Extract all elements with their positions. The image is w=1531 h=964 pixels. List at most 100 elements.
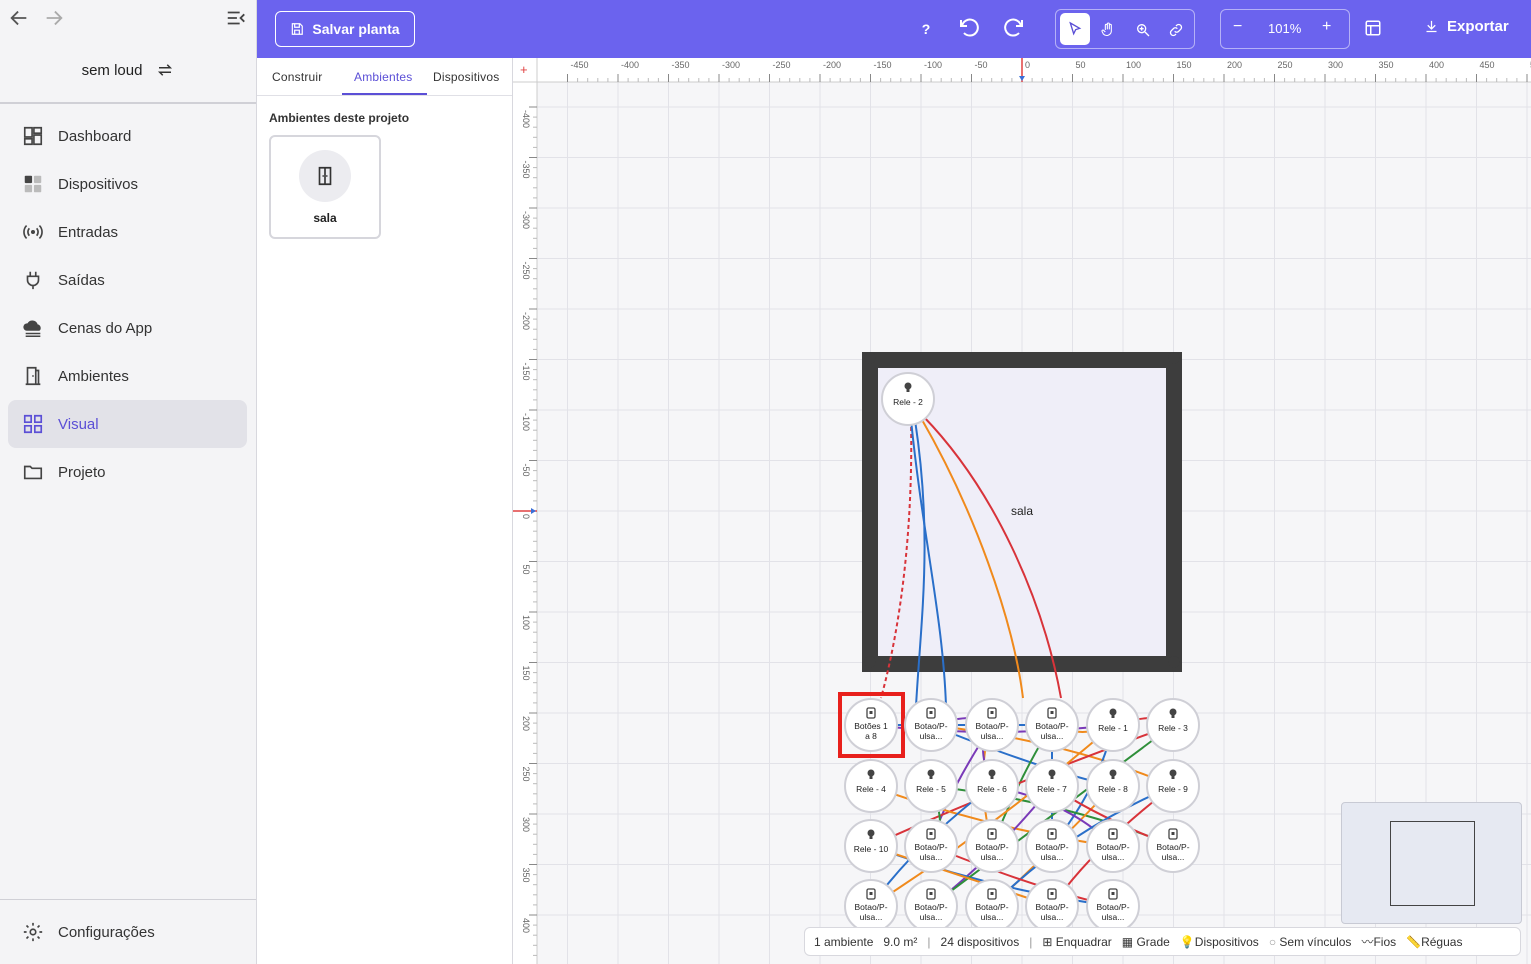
ruler-label-y: 100 bbox=[521, 615, 531, 630]
zoom-in-button[interactable]: + bbox=[1322, 18, 1331, 36]
device-label: ulsa... bbox=[981, 912, 1004, 922]
sidebar-item-dashboard[interactable]: Dashboard bbox=[8, 112, 247, 160]
circle-icon: ○ bbox=[1268, 934, 1280, 949]
sidebar-item-label: Cenas do App bbox=[58, 319, 153, 337]
link-icon[interactable] bbox=[1168, 22, 1184, 38]
dispositivos-toggle[interactable]: 💡Dispositivos bbox=[1180, 935, 1259, 949]
ruler-label-x: -250 bbox=[773, 60, 791, 70]
enquadrar-button[interactable]: ⊞ Enquadrar bbox=[1042, 935, 1111, 949]
bulb-icon-base bbox=[1050, 776, 1054, 779]
project-switcher[interactable]: sem loud bbox=[0, 38, 256, 104]
pointer-icon bbox=[1069, 21, 1082, 36]
sidebar-item-label: Dashboard bbox=[58, 127, 132, 145]
ruler-label-x: 50 bbox=[1076, 60, 1086, 70]
sem-vinculos-toggle[interactable]: ○ Sem vínculos bbox=[1269, 935, 1352, 949]
zoom-out-button[interactable]: − bbox=[1233, 18, 1242, 36]
fios-toggle[interactable]: 〰Fios bbox=[1361, 933, 1396, 950]
dispositivos-count: 24 dispositivos bbox=[940, 934, 1020, 949]
sidebar-item-label: Projeto bbox=[58, 463, 106, 481]
download-icon bbox=[1426, 20, 1437, 33]
sem-vinculos-label: Sem vínculos bbox=[1279, 934, 1352, 949]
bulb-icon-base bbox=[1111, 776, 1115, 779]
device-label: Rele - 10 bbox=[854, 844, 889, 854]
device-label: ulsa... bbox=[1041, 912, 1064, 922]
collapse-menu-icon[interactable] bbox=[225, 7, 247, 29]
device-label: a 8 bbox=[865, 731, 877, 741]
device-label: Rele - 3 bbox=[1158, 723, 1188, 733]
redo-icon[interactable] bbox=[1002, 16, 1026, 40]
sidebar: sem loud Dashboard Dispositivos Entradas… bbox=[0, 0, 257, 964]
export-button[interactable]: Exportar bbox=[1424, 18, 1509, 35]
device-label: ulsa... bbox=[1041, 731, 1064, 741]
wave-icon: 〰 bbox=[1361, 935, 1374, 949]
reguas-toggle[interactable]: 📏Réguas bbox=[1406, 935, 1462, 949]
back-arrow-icon[interactable] bbox=[8, 7, 30, 29]
room-label: sala bbox=[1011, 504, 1033, 518]
hand-icon[interactable] bbox=[1100, 22, 1116, 38]
device-label: ulsa... bbox=[1162, 852, 1185, 862]
project-name: sem loud bbox=[81, 61, 143, 79]
grade-toggle[interactable]: ▦ Grade bbox=[1122, 935, 1170, 949]
device-label: Botao/P- bbox=[1035, 721, 1068, 731]
tab-dispositivos[interactable]: Dispositivos bbox=[433, 70, 499, 84]
forward-arrow-icon[interactable] bbox=[43, 7, 65, 29]
ruler-label-y: 250 bbox=[521, 767, 531, 782]
save-button[interactable]: Salvar planta bbox=[275, 11, 415, 47]
help-button[interactable]: ? bbox=[913, 16, 939, 42]
ruler-label-x: 450 bbox=[1480, 60, 1495, 70]
tab-ambientes[interactable]: Ambientes bbox=[354, 70, 413, 84]
ambiente-card[interactable]: sala bbox=[269, 135, 381, 239]
select-tool-button[interactable] bbox=[1060, 13, 1090, 45]
device-label: Botao/P- bbox=[914, 902, 947, 912]
sidebar-item-entradas[interactable]: Entradas bbox=[8, 208, 247, 256]
device-label: ulsa... bbox=[1102, 912, 1125, 922]
sidebar-item-label: Visual bbox=[58, 415, 99, 433]
device-label: Botao/P- bbox=[975, 902, 1008, 912]
dashboard-icon bbox=[23, 126, 43, 146]
device-label: ulsa... bbox=[920, 852, 943, 862]
ruler-label-x: 100 bbox=[1126, 60, 1141, 70]
broadcast-icon bbox=[23, 225, 43, 239]
sidebar-item-ambientes[interactable]: Ambientes bbox=[8, 352, 247, 400]
floorplan-canvas[interactable]: + -450 -400 -350 -300 -250 -200 -150 -100 -50 0 50 1… bbox=[513, 58, 1531, 964]
ruler-icon: 📏 bbox=[1406, 934, 1422, 949]
bulb-icon-base bbox=[929, 776, 933, 779]
ruler-label-x: 350 bbox=[1379, 60, 1394, 70]
sidebar-item-cenas[interactable]: Cenas do App bbox=[8, 304, 247, 352]
ruler-label-y: -250 bbox=[521, 262, 531, 280]
minimap[interactable] bbox=[1341, 802, 1522, 924]
device-label: ulsa... bbox=[920, 912, 943, 922]
layout-icon[interactable] bbox=[1364, 19, 1382, 37]
device-label: Rele - 7 bbox=[1037, 784, 1067, 794]
wall-corner-handle[interactable] bbox=[864, 656, 876, 668]
device-label: Botao/P- bbox=[854, 902, 887, 912]
bulb-icon: 💡 bbox=[1179, 934, 1195, 949]
minimap-viewport[interactable] bbox=[1390, 821, 1475, 906]
ruler-label-x: 400 bbox=[1429, 60, 1444, 70]
undo-icon[interactable] bbox=[957, 16, 981, 40]
ruler-label-x: 300 bbox=[1328, 60, 1343, 70]
wall-corner-handle[interactable] bbox=[1168, 352, 1180, 364]
ruler-label-y: -350 bbox=[521, 161, 531, 179]
zoom-level: 101% bbox=[1268, 21, 1302, 36]
swap-icon bbox=[158, 64, 173, 76]
switch-icon-dot bbox=[1171, 832, 1175, 835]
sidebar-item-label: Entradas bbox=[58, 223, 119, 241]
sidebar-item-projeto[interactable]: Projeto bbox=[8, 448, 247, 496]
sidebar-item-saidas[interactable]: Saídas bbox=[8, 256, 247, 304]
sidebar-item-configuracoes[interactable]: Configurações bbox=[0, 899, 256, 964]
bulb-icon-base bbox=[869, 776, 873, 779]
tab-construir[interactable]: Construir bbox=[272, 70, 322, 84]
switch-icon-dot bbox=[929, 711, 933, 714]
sidebar-item-visual[interactable]: Visual bbox=[8, 400, 247, 448]
zoom-tool-icon[interactable] bbox=[1135, 22, 1151, 38]
wall-corner-handle[interactable] bbox=[864, 352, 876, 364]
sidebar-item-label: Saídas bbox=[58, 271, 105, 289]
grade-label: Grade bbox=[1136, 934, 1170, 949]
door-icon bbox=[25, 366, 41, 386]
sidebar-item-dispositivos[interactable]: Dispositivos bbox=[8, 160, 247, 208]
bulb-icon-base bbox=[1111, 715, 1115, 718]
cloud-icon bbox=[23, 320, 41, 337]
wall-corner-handle[interactable] bbox=[1168, 656, 1180, 668]
folder-icon bbox=[23, 465, 43, 480]
